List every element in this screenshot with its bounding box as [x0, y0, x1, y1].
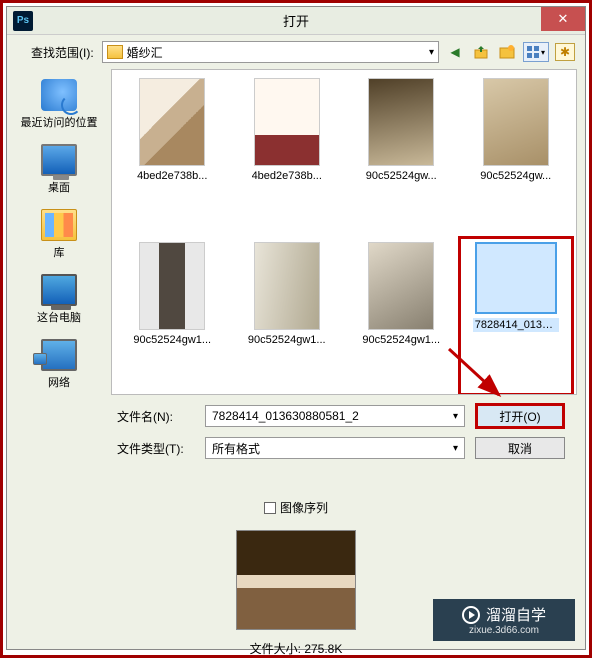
place-label: 网络 [48, 374, 70, 390]
file-name: 4bed2e738b... [252, 170, 322, 182]
thumbnail [368, 242, 434, 330]
place-desktop[interactable]: 桌面 [41, 144, 77, 195]
desktop-icon [41, 144, 77, 176]
folder-icon [107, 45, 123, 59]
file-item[interactable]: 90c52524gw1... [235, 242, 340, 395]
network-icon [41, 339, 77, 371]
file-name: 90c52524gw... [366, 170, 437, 182]
places-bar: 最近访问的位置 桌面 库 这台电脑 网络 [7, 69, 111, 395]
thumbnail [368, 78, 434, 166]
back-button[interactable]: ◀ [445, 42, 465, 62]
selection-highlight [458, 236, 575, 395]
titlebar: Ps 打开 ✕ [7, 7, 585, 35]
form-area: 文件名(N): 7828414_013630880581_2 ▾ 打开(O) 文… [7, 395, 585, 475]
thumbnail [139, 78, 205, 166]
watermark-url: zixue.3d66.com [469, 625, 539, 636]
image-sequence-checkbox[interactable] [264, 502, 276, 514]
recent-icon [41, 79, 77, 111]
place-network[interactable]: 网络 [41, 339, 77, 390]
pc-icon [41, 274, 77, 306]
filename-input[interactable]: 7828414_013630880581_2 ▾ [205, 405, 465, 427]
place-label: 库 [54, 244, 65, 260]
place-label: 最近访问的位置 [21, 114, 98, 130]
lookin-label: 查找范围(I): [31, 44, 94, 61]
file-name: 4bed2e738b... [137, 170, 207, 182]
preview-thumbnail [236, 530, 356, 630]
place-label: 桌面 [48, 179, 70, 195]
chevron-down-icon: ▾ [453, 443, 458, 454]
chevron-down-icon: ▾ [453, 411, 458, 422]
file-item[interactable]: 90c52524gw1... [349, 242, 454, 395]
new-folder-button[interactable] [497, 42, 517, 62]
file-name: 90c52524gw... [480, 170, 551, 182]
file-item[interactable]: 90c52524gw... [464, 78, 569, 238]
filetype-label: 文件类型(T): [117, 440, 195, 457]
close-button[interactable]: ✕ [541, 7, 585, 31]
open-button[interactable]: 打开(O) [475, 403, 565, 429]
file-item[interactable]: 4bed2e738b... [120, 78, 225, 238]
file-item-selected[interactable]: 7828414_013630880581_2 [464, 242, 569, 395]
file-name: 90c52524gw1... [248, 334, 326, 346]
lookin-value: 婚纱汇 [127, 44, 163, 61]
place-libraries[interactable]: 库 [41, 209, 77, 260]
watermark: 溜溜自学 zixue.3d66.com [433, 599, 575, 641]
file-list[interactable]: 4bed2e738b... 4bed2e738b... 90c52524gw..… [111, 69, 577, 395]
filesize-label: 文件大小: 275.8K [250, 640, 343, 657]
dialog-title: 打开 [283, 11, 309, 30]
watermark-brand: 溜溜自学 [486, 604, 546, 625]
app-icon: Ps [13, 11, 33, 31]
chevron-down-icon: ▾ [429, 47, 434, 58]
filetype-select[interactable]: 所有格式 ▾ [205, 437, 465, 459]
libraries-icon [41, 209, 77, 241]
thumbnail [483, 78, 549, 166]
filename-label: 文件名(N): [117, 408, 195, 425]
place-thispc[interactable]: 这台电脑 [37, 274, 81, 325]
file-name: 90c52524gw1... [133, 334, 211, 346]
toolbar: 查找范围(I): 婚纱汇 ▾ ◀ ▾ ✱ [7, 35, 585, 69]
favorite-button[interactable]: ✱ [555, 43, 575, 61]
open-dialog: Ps 打开 ✕ 查找范围(I): 婚纱汇 ▾ ◀ ▾ ✱ [6, 6, 586, 650]
thumbnail [254, 78, 320, 166]
place-recent[interactable]: 最近访问的位置 [21, 79, 98, 130]
file-item[interactable]: 90c52524gw1... [120, 242, 225, 395]
filetype-value: 所有格式 [212, 440, 260, 457]
play-icon [462, 606, 480, 624]
view-menu-button[interactable]: ▾ [523, 42, 549, 62]
file-name: 90c52524gw1... [362, 334, 440, 346]
thumbnail [139, 242, 205, 330]
filename-value: 7828414_013630880581_2 [212, 409, 359, 423]
thumbnail [254, 242, 320, 330]
place-label: 这台电脑 [37, 309, 81, 325]
file-item[interactable]: 4bed2e738b... [235, 78, 340, 238]
file-item[interactable]: 90c52524gw... [349, 78, 454, 238]
lookin-combo[interactable]: 婚纱汇 ▾ [102, 41, 439, 63]
up-button[interactable] [471, 42, 491, 62]
image-sequence-label: 图像序列 [280, 499, 328, 516]
cancel-button[interactable]: 取消 [475, 437, 565, 459]
